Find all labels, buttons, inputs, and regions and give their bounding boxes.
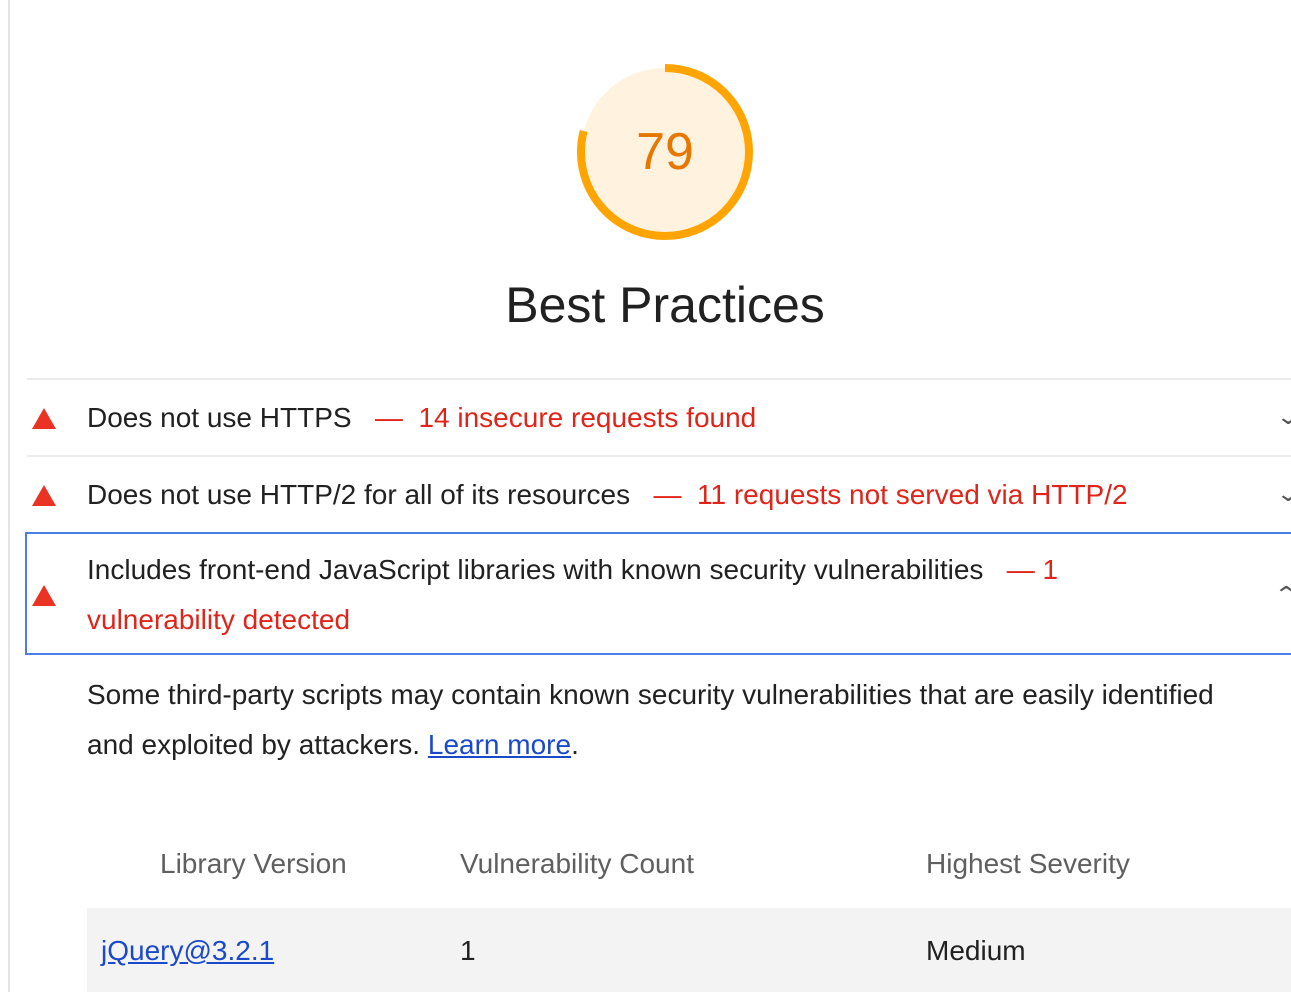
audit-title: Does not use HTTPS	[87, 402, 352, 433]
audit-separator: —	[374, 402, 403, 433]
audit-separator: —	[653, 479, 682, 510]
header-vulnerability-count: Vulnerability Count	[460, 848, 694, 879]
audit-display-value: — 11 requests not served via HTTP/2	[638, 479, 1128, 510]
audit-title: Does not use HTTP/2 for all of its resou…	[87, 479, 631, 510]
table-row: jQuery@3.2.1 1 Medium	[87, 908, 1291, 992]
warning-triangle-icon	[32, 585, 56, 606]
warning-triangle-icon	[32, 408, 56, 429]
score-gauge[interactable]: 79	[575, 62, 755, 242]
warning-triangle-icon	[32, 485, 56, 506]
chevron-down-icon[interactable]: ⌄	[1275, 404, 1291, 430]
library-link[interactable]: jQuery@3.2.1	[101, 935, 274, 967]
severity-cell: Medium	[926, 935, 1026, 966]
report-page: 79 Best Practices Does not use HTTPS — 1…	[0, 0, 1291, 992]
audit-description: Some third-party scripts may contain kno…	[87, 670, 1237, 770]
description-end: .	[571, 729, 579, 760]
chevron-up-icon[interactable]: ⌃	[1273, 582, 1291, 608]
audit-https[interactable]: Does not use HTTPS — 14 insecure request…	[27, 378, 1291, 455]
audit-separator: —	[1006, 554, 1035, 585]
audit-title-line: Includes front-end JavaScript libraries …	[87, 545, 1147, 645]
audit-vulnerable-libraries[interactable]: Includes front-end JavaScript libraries …	[25, 532, 1291, 655]
header-highest-severity: Highest Severity	[926, 848, 1130, 879]
audit-display-value: — 14 insecure requests found	[359, 402, 756, 433]
audit-title: Includes front-end JavaScript libraries …	[87, 554, 984, 585]
description-text: Some third-party scripts may contain kno…	[87, 679, 1214, 760]
audit-value-text: 11 requests not served via HTTP/2	[697, 479, 1128, 510]
score-value: 79	[636, 123, 694, 181]
chevron-down-icon[interactable]: ⌄	[1275, 481, 1291, 507]
table-header: Library Version Vulnerability Count High…	[87, 836, 1291, 908]
vulnerability-table: Library Version Vulnerability Count High…	[87, 836, 1291, 992]
left-divider	[8, 0, 10, 992]
audit-title-line: Does not use HTTPS — 14 insecure request…	[87, 393, 756, 443]
header-library-version: Library Version	[160, 848, 347, 879]
audit-http2[interactable]: Does not use HTTP/2 for all of its resou…	[27, 455, 1291, 532]
audit-value-text: 14 insecure requests found	[418, 402, 757, 433]
category-title: Best Practices	[505, 277, 825, 333]
audit-list: Does not use HTTPS — 14 insecure request…	[25, 378, 1291, 655]
learn-more-link[interactable]: Learn more	[428, 729, 571, 760]
audit-title-line: Does not use HTTP/2 for all of its resou…	[87, 470, 1128, 520]
vulnerability-count-cell: 1	[460, 935, 476, 966]
